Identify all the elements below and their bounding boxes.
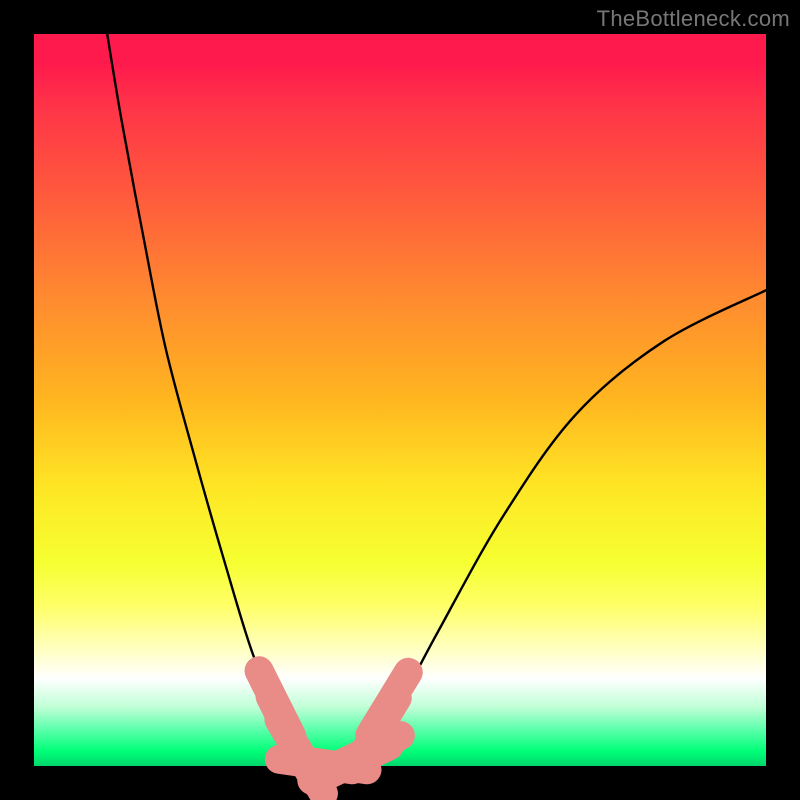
marker-layer [259, 671, 408, 794]
watermark-text: TheBottleneck.com [597, 6, 790, 32]
curve-layer [107, 34, 766, 769]
bottleneck-curve [107, 34, 766, 769]
chart-frame: TheBottleneck.com [0, 0, 800, 800]
chart-svg [34, 34, 766, 766]
plot-area [34, 34, 766, 766]
